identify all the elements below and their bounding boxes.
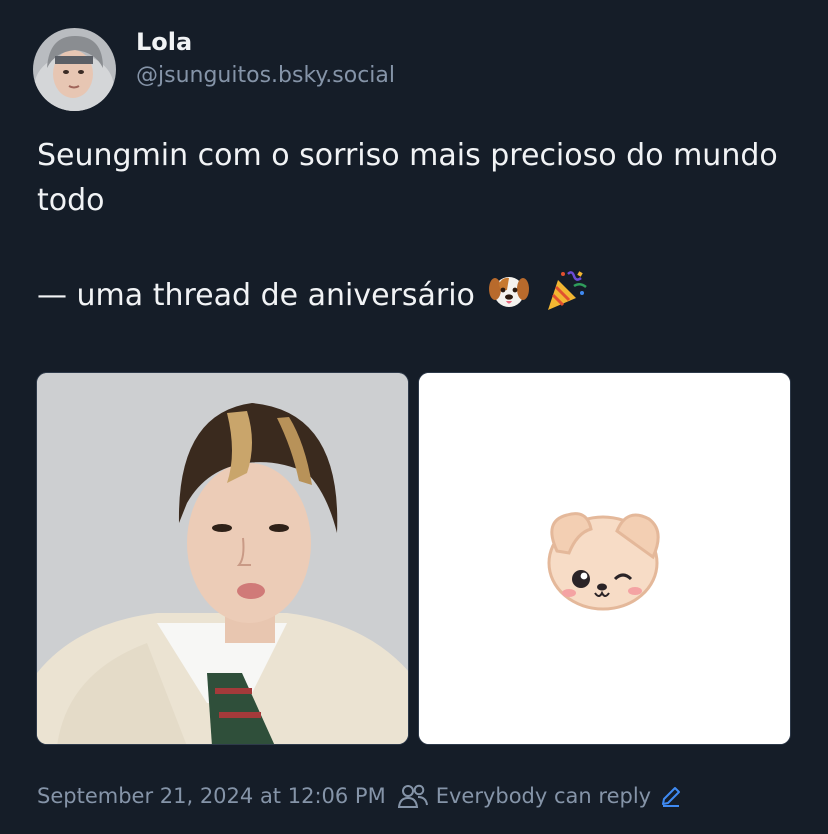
post-card: Lola @jsunguitos.bsky.social Seungmin co…: [0, 0, 828, 834]
post-timestamp[interactable]: September 21, 2024 at 12:06 PM: [37, 784, 386, 808]
sticker-puppy-wink: [419, 373, 790, 744]
media-image-2[interactable]: [418, 372, 791, 745]
media-image-1[interactable]: [36, 372, 409, 745]
photo-boy-hoodie: [37, 373, 408, 744]
avatar-image: [33, 28, 116, 111]
post-text: Seungmin com o sorriso mais precioso do …: [37, 133, 797, 325]
media-grid: [36, 372, 792, 746]
party-popper-emoji: [544, 268, 588, 325]
post-author: Lola @jsunguitos.bsky.social: [33, 28, 395, 111]
edit-reply-settings-icon[interactable]: [659, 784, 683, 808]
post-text-line-2-wrapper: — uma thread de aniversário: [37, 268, 797, 325]
post-meta: September 21, 2024 at 12:06 PM Everybody…: [37, 783, 683, 809]
people-icon: [397, 783, 428, 809]
post-text-line-1: Seungmin com o sorriso mais precioso do …: [37, 138, 778, 218]
reply-settings: Everybody can reply: [435, 784, 652, 808]
post-text-line-2: — uma thread de aniversário: [37, 278, 475, 313]
avatar[interactable]: [33, 28, 116, 111]
author-handle[interactable]: @jsunguitos.bsky.social: [136, 61, 395, 91]
dog-face-emoji: [488, 270, 530, 323]
author-display-name[interactable]: Lola: [136, 27, 395, 57]
